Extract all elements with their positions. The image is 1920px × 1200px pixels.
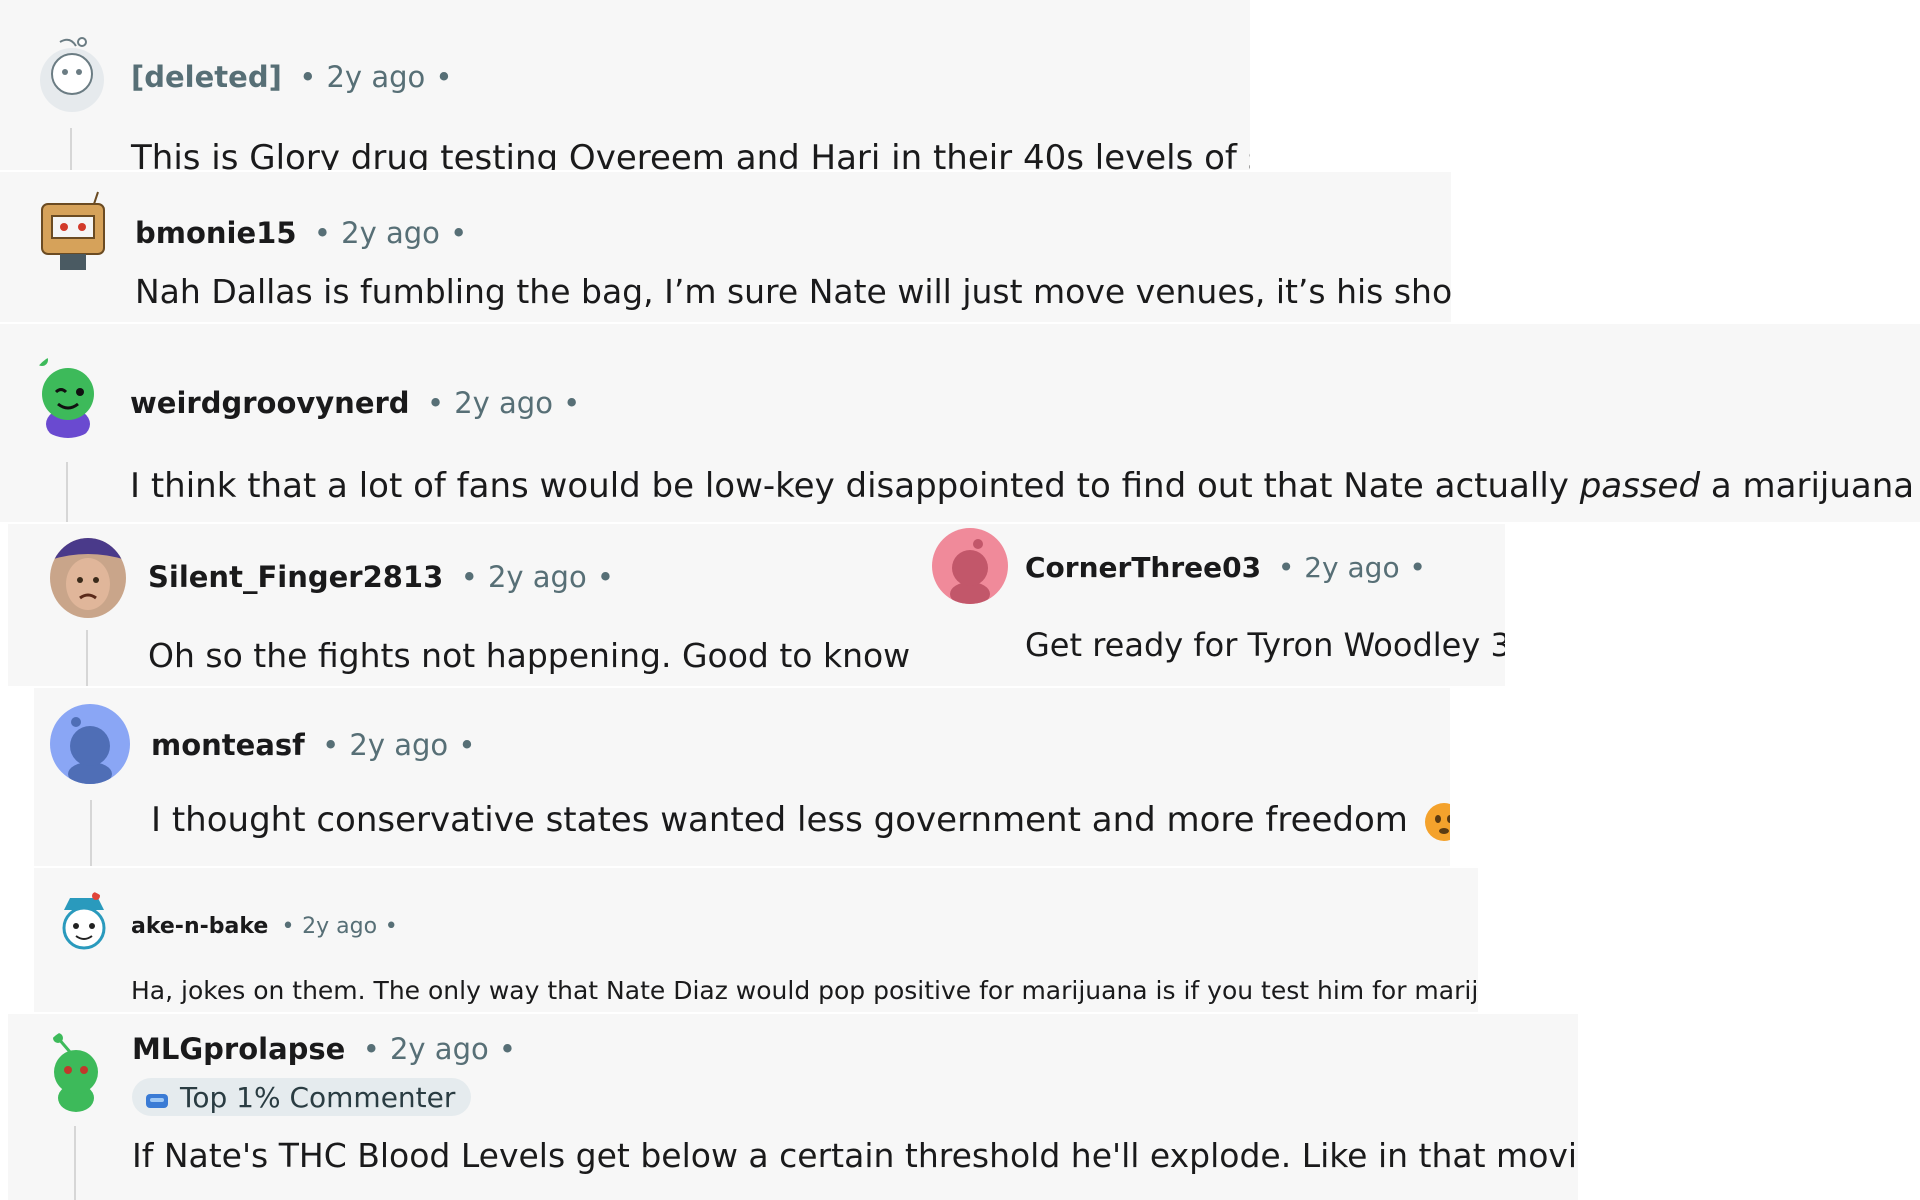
timestamp[interactable]: 2y ago [326,60,425,94]
timestamp[interactable]: 2y ago [488,560,587,594]
separator: • [1277,551,1295,584]
snoo-default-blue-icon[interactable] [50,704,130,784]
thread-line[interactable] [66,462,68,522]
username[interactable]: Silent_Finger2813 [148,560,443,594]
separator: • [362,1032,380,1066]
timestamp[interactable]: 2y ago [302,914,377,939]
photo-avatar[interactable] [50,538,126,618]
username[interactable]: weirdgroovynerd [130,386,410,420]
comment-meta: bmonie15 • 2y ago • [135,216,467,250]
separator: • [435,60,453,94]
separator: • [563,386,581,420]
snoo-ghost-icon[interactable] [34,32,110,114]
snoo-default-pink-icon[interactable] [932,528,1008,604]
body-emphasis: passed [1579,466,1701,506]
comment-meta: Silent_Finger2813 • 2y ago • [148,560,614,594]
comment-card: [deleted] • 2y ago • This is Glory drug … [0,0,1250,170]
snoo-green-wink-icon[interactable] [28,352,108,438]
separator: • [460,560,478,594]
separator: • [450,216,468,250]
user-flair[interactable]: Top 1% Commenter [132,1078,472,1116]
timestamp[interactable]: 2y ago [454,386,553,420]
separator: • [322,728,340,762]
username[interactable]: CornerThree03 [1025,551,1261,584]
comment-meta: MLGprolapse • 2y ago • [132,1032,516,1066]
body-text: I think that a lot of fans would be low-… [130,466,1580,506]
comment-meta: ake-n-bake • 2y ago • [131,914,398,939]
thread-line[interactable] [90,800,92,866]
timestamp[interactable]: 2y ago [390,1032,489,1066]
separator: • [426,386,445,420]
separator: • [384,914,398,939]
flair-label: Top 1% Commenter [180,1080,456,1114]
separator: • [1409,551,1426,584]
separator: • [458,728,476,762]
username[interactable]: bmonie15 [135,216,297,250]
body-text: a marijuana test. [1710,466,1920,506]
username[interactable]: [deleted] [131,60,282,94]
comment-body: I thought conservative states wanted les… [151,800,1450,841]
snoo-green-icon[interactable] [40,1028,112,1112]
thread-line[interactable] [74,1126,76,1200]
comment-meta: CornerThree03 • 2y ago • [1025,551,1426,584]
username[interactable]: MLGprolapse [132,1032,345,1066]
comment-body: I think that a lot of fans would be low-… [130,466,1920,506]
separator: • [281,914,295,939]
snoo-hat-icon[interactable] [54,890,114,956]
comment-card: bmonie15 • 2y ago • Nah Dallas is fumbli… [0,172,1451,322]
comment-body: Oh so the fights not happening. Good to … [148,636,911,675]
snoo-box-icon[interactable] [36,190,110,274]
separator: • [299,60,317,94]
timestamp[interactable]: 2y ago [341,216,440,250]
username[interactable]: ake-n-bake [131,914,268,939]
comment-body: Get ready for Tyron Woodley 3 [1025,626,1505,664]
comment-meta: weirdgroovynerd • 2y ago • [130,386,580,420]
comment-card: monteasf • 2y ago • I thought conservati… [34,688,1450,866]
username[interactable]: monteasf [151,728,305,762]
body-text: I thought conservative states wanted les… [151,800,1408,840]
comment-card: ake-n-bake • 2y ago • Ha, jokes on them.… [34,868,1478,1012]
separator: • [498,1032,516,1066]
comment-card: weirdgroovynerd • 2y ago • I think that … [0,324,1920,522]
comment-body: If Nate's THC Blood Levels get below a c… [132,1136,1578,1175]
comment-meta: [deleted] • 2y ago • [131,60,453,94]
separator: • [596,560,614,594]
thread-line[interactable] [70,128,72,170]
timestamp[interactable]: 2y ago [1304,551,1399,584]
comment-card: MLGprolapse • 2y ago • Top 1% Commenter … [8,1014,1578,1200]
face-with-raised-eyebrow-icon [1424,802,1450,841]
timestamp[interactable]: 2y ago [349,728,448,762]
separator: • [313,216,332,250]
comment-meta: monteasf • 2y ago • [151,728,475,762]
comment-body: Nah Dallas is fumbling the bag, I’m sure… [135,272,1451,311]
thread-line[interactable] [86,630,88,686]
comment-body: Ha, jokes on them. The only way that Nat… [131,976,1478,1005]
badge-icon [144,1086,170,1108]
comment-body: This is Glory drug testing Overeem and H… [131,138,1250,170]
comment-card: Silent_Finger2813 • 2y ago • Oh so the f… [8,524,1505,686]
